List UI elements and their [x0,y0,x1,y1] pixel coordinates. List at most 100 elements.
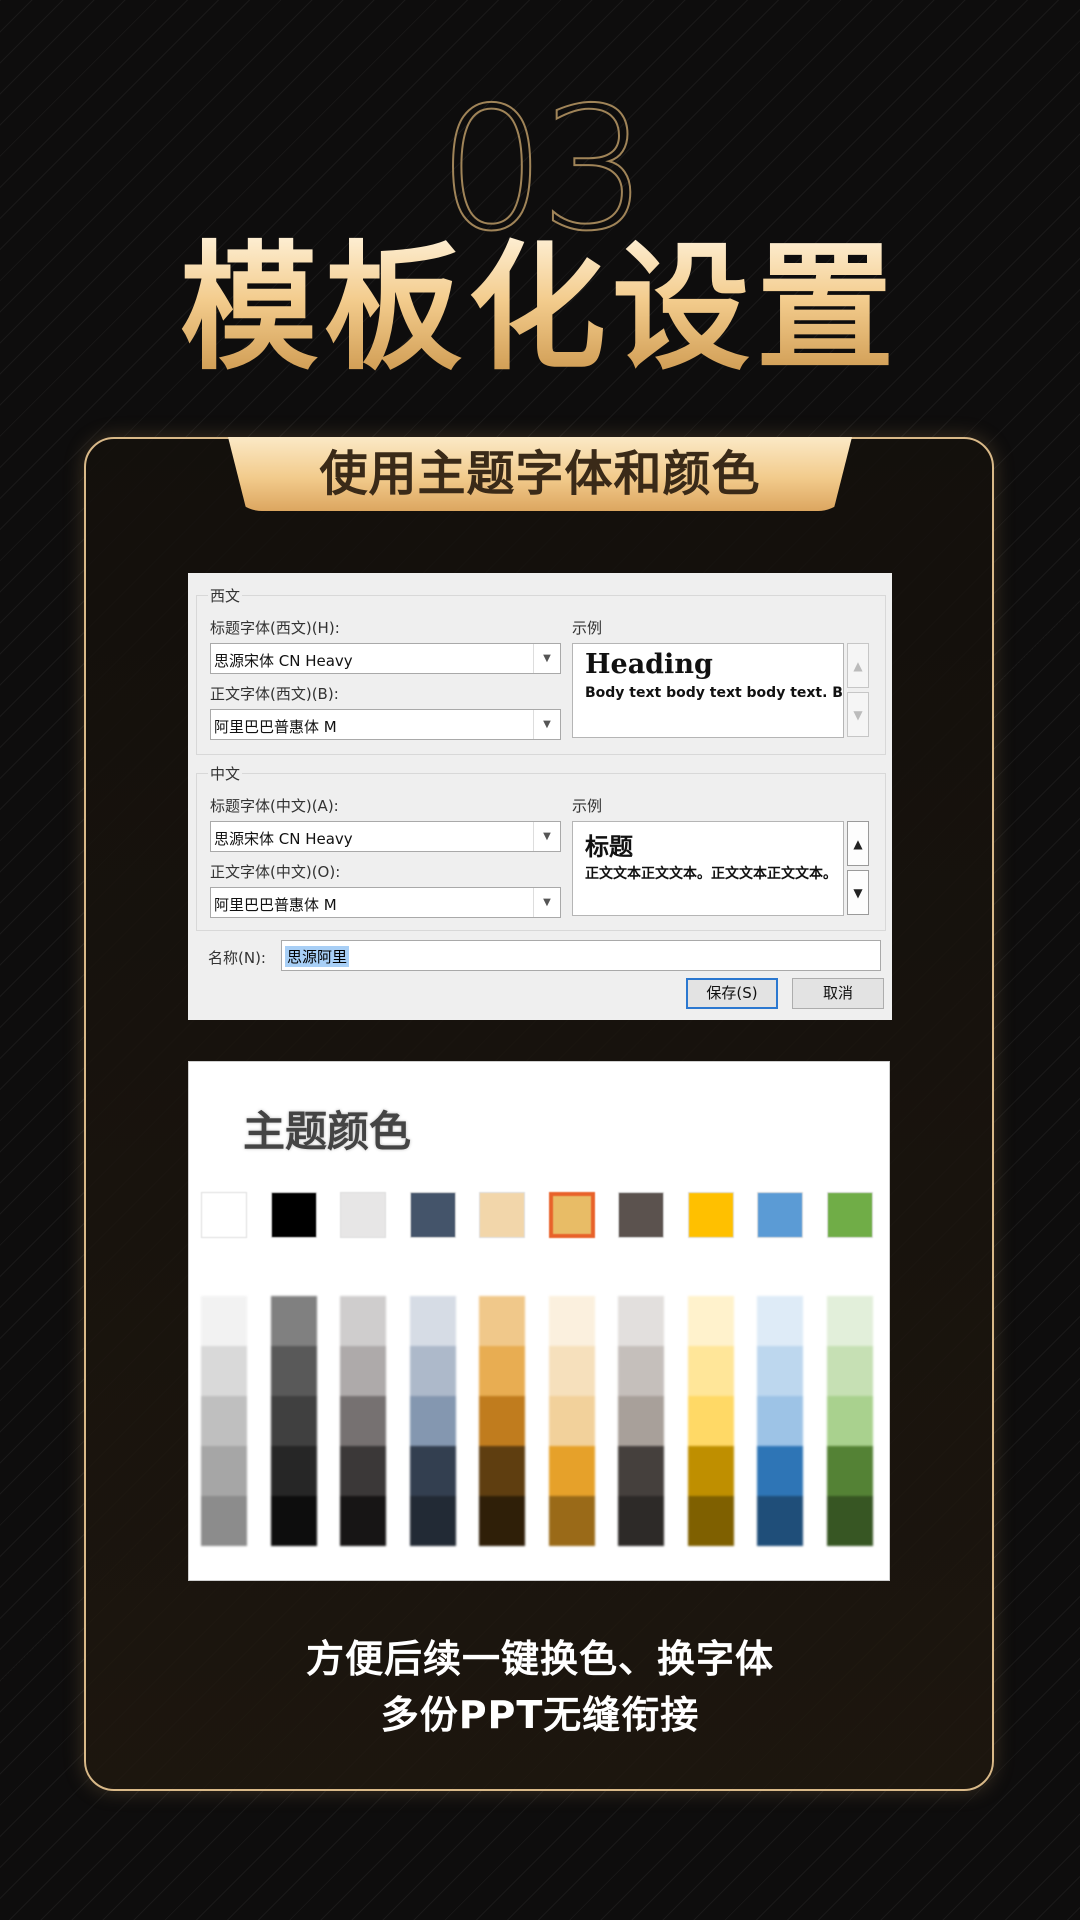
western-sample-preview: Heading Body text body text body text. B… [572,643,844,738]
shade-swatch[interactable] [201,1496,247,1546]
shade-column [548,1296,595,1546]
theme-fonts-dialog: 西文 标题字体(西文)(H): 思源宋体 CN Heavy ▼ 正文字体(西文)… [188,573,892,1020]
western-body-font-select[interactable]: 阿里巴巴普惠体 M ▼ [210,709,561,740]
chevron-down-icon[interactable]: ▼ [533,888,560,917]
save-button[interactable]: 保存(S) [686,978,778,1009]
western-group-label: 西文 [208,585,243,606]
shade-swatch[interactable] [270,1496,317,1546]
color-swatch[interactable] [826,1192,873,1238]
shade-swatch[interactable] [201,1296,247,1346]
shade-column [479,1296,525,1546]
shade-swatch[interactable] [757,1446,803,1496]
shade-column [618,1296,664,1546]
chinese-sample-label: 示例 [572,797,603,815]
shade-column [270,1296,317,1546]
western-heading-font-label: 标题字体(西文)(H): [210,619,340,637]
shade-swatch[interactable] [687,1296,734,1346]
shade-column [340,1296,386,1546]
shade-swatch[interactable] [826,1446,873,1496]
western-scroll-down-button[interactable]: ▼ [847,692,869,737]
shade-swatch[interactable] [201,1396,247,1446]
shade-swatch[interactable] [270,1296,317,1346]
shade-swatch[interactable] [687,1396,734,1446]
color-swatch[interactable] [201,1192,247,1238]
shade-swatch[interactable] [409,1296,456,1346]
western-heading-font-select[interactable]: 思源宋体 CN Heavy ▼ [210,643,561,674]
chinese-heading-font-select[interactable]: 思源宋体 CN Heavy ▼ [210,821,561,852]
color-swatch[interactable] [409,1192,456,1238]
shade-swatch[interactable] [618,1446,664,1496]
shade-swatch[interactable] [270,1346,317,1396]
section-ribbon: 使用主题字体和颜色 [228,437,852,511]
shade-swatch[interactable] [687,1496,734,1546]
shade-swatch[interactable] [270,1446,317,1496]
shade-swatch[interactable] [618,1496,664,1546]
chinese-group-label: 中文 [208,763,243,784]
shade-swatch[interactable] [548,1446,595,1496]
cancel-button[interactable]: 取消 [792,978,884,1009]
shade-swatch[interactable] [340,1296,386,1346]
shade-swatch[interactable] [201,1346,247,1396]
color-swatch[interactable] [757,1192,803,1238]
shade-swatch[interactable] [409,1346,456,1396]
theme-name-label: 名称(N): [208,949,266,967]
shade-swatch[interactable] [618,1296,664,1346]
western-sample-heading: Heading [585,649,713,680]
shade-swatch[interactable] [618,1346,664,1396]
shade-swatch[interactable] [687,1446,734,1496]
shade-swatch[interactable] [409,1446,456,1496]
shade-swatch[interactable] [687,1346,734,1396]
shade-swatch[interactable] [479,1396,525,1446]
shade-swatch[interactable] [479,1296,525,1346]
chinese-scroll-down-button[interactable]: ▼ [847,870,869,915]
shade-swatch[interactable] [548,1496,595,1546]
shade-swatch[interactable] [201,1446,247,1496]
shade-swatch[interactable] [409,1396,456,1446]
shade-column [409,1296,456,1546]
western-body-font-value: 阿里巴巴普惠体 M [214,718,337,736]
shade-swatch[interactable] [826,1396,873,1446]
shade-swatch[interactable] [409,1496,456,1546]
shade-swatch[interactable] [757,1396,803,1446]
color-swatch[interactable] [479,1192,525,1238]
chevron-down-icon[interactable]: ▼ [533,822,560,851]
theme-name-value: 思源阿里 [285,946,350,967]
theme-name-input[interactable]: 思源阿里 [281,940,881,971]
color-swatch[interactable] [687,1192,734,1238]
shade-swatch[interactable] [340,1446,386,1496]
shade-swatch[interactable] [479,1496,525,1546]
chinese-body-font-select[interactable]: 阿里巴巴普惠体 M ▼ [210,887,561,918]
theme-colors-title: 主题颜色 [243,1107,412,1156]
theme-colors-palette: 主题颜色 [188,1061,890,1581]
shade-swatch[interactable] [479,1346,525,1396]
shade-swatch[interactable] [757,1296,803,1346]
shade-swatch[interactable] [757,1496,803,1546]
shade-swatch[interactable] [548,1346,595,1396]
shade-swatch[interactable] [826,1296,873,1346]
shade-swatch[interactable] [618,1396,664,1446]
shade-swatch[interactable] [826,1346,873,1396]
western-sample-label: 示例 [572,619,603,637]
shade-swatch[interactable] [340,1396,386,1446]
shade-swatch[interactable] [757,1346,803,1396]
color-swatch[interactable] [618,1192,664,1238]
color-swatch[interactable] [548,1192,595,1238]
chinese-scroll-up-button[interactable]: ▲ [847,821,869,866]
chinese-sample-body: 正文文本正文文本。正文文本正文文本。 [585,866,837,882]
chinese-sample-heading: 标题 [585,832,633,861]
western-scroll-up-button[interactable]: ▲ [847,643,869,688]
shade-swatch[interactable] [479,1446,525,1496]
chinese-heading-font-label: 标题字体(中文)(A): [210,797,339,815]
footer-line-1: 方便后续一键换色、换字体 [305,1637,774,1681]
chevron-down-icon[interactable]: ▼ [533,644,560,673]
color-swatch[interactable] [340,1192,386,1238]
shade-swatch[interactable] [548,1296,595,1346]
shade-swatch[interactable] [548,1396,595,1446]
shade-swatch[interactable] [270,1396,317,1446]
chevron-down-icon[interactable]: ▼ [533,710,560,739]
shade-swatch[interactable] [340,1346,386,1396]
color-swatch[interactable] [270,1192,317,1238]
shade-swatch[interactable] [826,1496,873,1546]
shade-column [687,1296,734,1546]
shade-swatch[interactable] [340,1496,386,1546]
